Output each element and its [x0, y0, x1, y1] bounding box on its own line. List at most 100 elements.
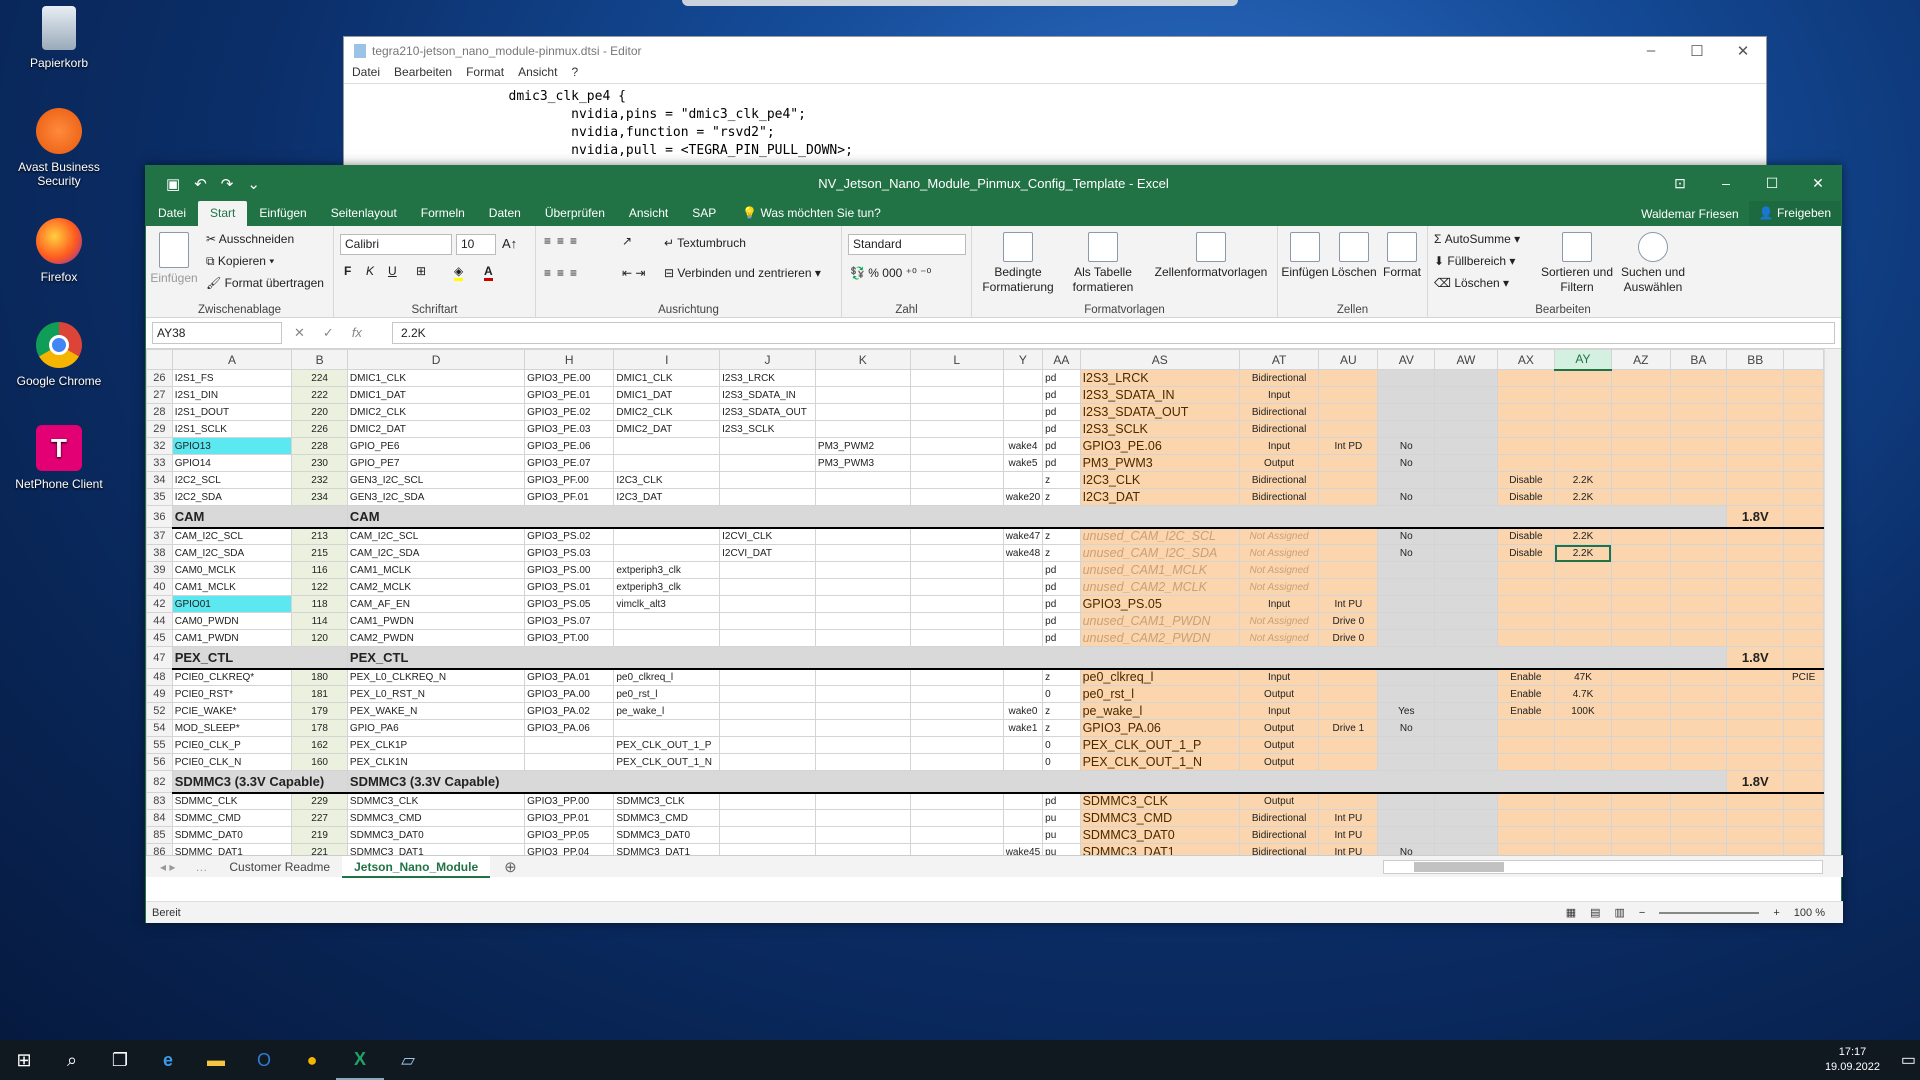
cell-at[interactable]: Bidirectional: [1238, 843, 1320, 855]
select-all-corner[interactable]: [146, 349, 173, 370]
row-header[interactable]: 35: [146, 488, 173, 506]
number-format-icons[interactable]: 💱 % 000 ⁺⁰ ⁻⁰: [850, 266, 931, 280]
cell-at[interactable]: Not Assigned: [1238, 544, 1320, 562]
cell-j[interactable]: [719, 612, 816, 630]
cell-l[interactable]: [909, 386, 1004, 404]
cell-j[interactable]: [719, 685, 816, 703]
cell-au[interactable]: [1318, 369, 1379, 387]
cell-x[interactable]: [1783, 527, 1824, 545]
cell-bb[interactable]: [1726, 561, 1785, 579]
cell-as[interactable]: PM3_PWM3: [1079, 454, 1240, 472]
cell-k[interactable]: [814, 471, 911, 489]
cell-au[interactable]: Drive 0: [1318, 612, 1379, 630]
cell-y[interactable]: [1002, 685, 1044, 703]
cell-av[interactable]: No: [1377, 544, 1436, 562]
row-header[interactable]: 33: [146, 454, 173, 472]
cell-az[interactable]: [1610, 437, 1671, 455]
cell-b[interactable]: 227: [291, 809, 348, 827]
cell-ba[interactable]: [1669, 685, 1728, 703]
cell-ax[interactable]: [1496, 736, 1556, 754]
cell-aa[interactable]: z: [1042, 544, 1081, 562]
cell-az[interactable]: [1610, 612, 1671, 630]
cell-j[interactable]: [719, 561, 816, 579]
cell-ba[interactable]: [1669, 369, 1728, 387]
tab-seitenlayout[interactable]: Seitenlayout: [319, 201, 409, 226]
cell-bb[interactable]: [1726, 386, 1785, 404]
redo-icon[interactable]: ↷: [221, 175, 234, 193]
cell-d[interactable]: GPIO_PE7: [346, 454, 526, 472]
cell-b[interactable]: 228: [291, 437, 348, 455]
cell-y[interactable]: [1002, 369, 1044, 387]
cell-l[interactable]: [909, 843, 1004, 855]
cell-x[interactable]: [1783, 595, 1824, 613]
cell-l[interactable]: [909, 544, 1004, 562]
cell-j[interactable]: [719, 792, 816, 810]
row-header[interactable]: 27: [146, 386, 173, 404]
cell-l[interactable]: [909, 668, 1004, 686]
customize-qat-icon[interactable]: ⌄: [247, 175, 260, 193]
cell-y[interactable]: [1002, 595, 1044, 613]
cell-y[interactable]: [1002, 420, 1044, 438]
cell-ax[interactable]: [1496, 454, 1556, 472]
row-header[interactable]: 85: [146, 826, 173, 844]
cell-a[interactable]: CAM0_PWDN: [171, 612, 293, 630]
cell-au[interactable]: Drive 1: [1318, 719, 1379, 737]
cell-a[interactable]: I2S1_DIN: [171, 386, 293, 404]
cell-az[interactable]: [1610, 826, 1671, 844]
cell-aw[interactable]: [1434, 561, 1498, 579]
cell-av[interactable]: [1377, 578, 1436, 596]
vertical-scrollbar[interactable]: [1824, 349, 1841, 855]
cell-ba[interactable]: [1669, 719, 1728, 737]
row-header[interactable]: 84: [146, 809, 173, 827]
cell-i[interactable]: DMIC2_CLK: [613, 403, 721, 421]
cell-au[interactable]: [1318, 471, 1379, 489]
cell-d[interactable]: SDMMC3_CLK: [346, 792, 526, 810]
cell-av[interactable]: [1377, 826, 1436, 844]
cell-aa[interactable]: pu: [1042, 826, 1081, 844]
menu-ansicht[interactable]: Ansicht: [518, 65, 557, 83]
cell-ay[interactable]: [1554, 369, 1612, 387]
cell-aa[interactable]: z: [1042, 488, 1081, 506]
column-header[interactable]: BB: [1726, 349, 1785, 370]
row-header[interactable]: 32: [146, 437, 173, 455]
cell-x[interactable]: [1783, 369, 1824, 387]
cell-bb[interactable]: [1726, 437, 1785, 455]
cell-i[interactable]: PEX_CLK_OUT_1_N: [613, 753, 721, 771]
notepad-text-area[interactable]: dmic3_clk_pe4 { nvidia,pins = "dmic3_clk…: [344, 83, 1766, 160]
column-header[interactable]: AX: [1496, 349, 1556, 370]
cell-ax[interactable]: [1496, 369, 1556, 387]
cell-aw[interactable]: [1434, 843, 1498, 855]
cell-aw[interactable]: [1434, 736, 1498, 754]
zoom-slider[interactable]: [1659, 911, 1760, 914]
cell-as[interactable]: pe0_clkreq_l: [1079, 668, 1240, 686]
bold-icon[interactable]: F: [344, 264, 351, 278]
minimize-icon[interactable]: –: [1703, 175, 1749, 192]
cell-bb[interactable]: [1726, 578, 1785, 596]
cell-i[interactable]: SDMMC3_DAT0: [613, 826, 721, 844]
cell-x[interactable]: [1783, 454, 1824, 472]
tab-daten[interactable]: Daten: [477, 201, 533, 226]
cell-d[interactable]: PEX_CLK1P: [346, 736, 526, 754]
cell-az[interactable]: [1610, 420, 1671, 438]
cell-y[interactable]: wake5: [1002, 454, 1044, 472]
cell-d[interactable]: DMIC2_CLK: [346, 403, 526, 421]
column-header[interactable]: AV: [1377, 349, 1436, 370]
cell-as[interactable]: unused_CAM_I2C_SDA: [1079, 544, 1240, 562]
tab-ansicht[interactable]: Ansicht: [617, 201, 680, 226]
cell-d[interactable]: GEN3_I2C_SDA: [346, 488, 526, 506]
column-header[interactable]: J: [719, 349, 816, 370]
sheet-tab-customer-readme[interactable]: Customer Readme: [217, 856, 342, 878]
tab-sap[interactable]: SAP: [680, 201, 728, 226]
cell-i[interactable]: [613, 629, 721, 647]
cell-az[interactable]: [1610, 668, 1671, 686]
cell-aw[interactable]: [1434, 454, 1498, 472]
cell-ay[interactable]: [1554, 561, 1612, 579]
cell-b[interactable]: 234: [291, 488, 348, 506]
cell-ax[interactable]: [1496, 595, 1556, 613]
cell-au[interactable]: [1318, 527, 1379, 545]
cell-i[interactable]: [613, 454, 721, 472]
cell-y[interactable]: wake20: [1002, 488, 1044, 506]
cell-at[interactable]: Input: [1238, 595, 1320, 613]
sort-filter-button[interactable]: Sortieren und Filtern: [1540, 232, 1614, 295]
voltage-cell[interactable]: 1.8V: [1726, 770, 1785, 794]
